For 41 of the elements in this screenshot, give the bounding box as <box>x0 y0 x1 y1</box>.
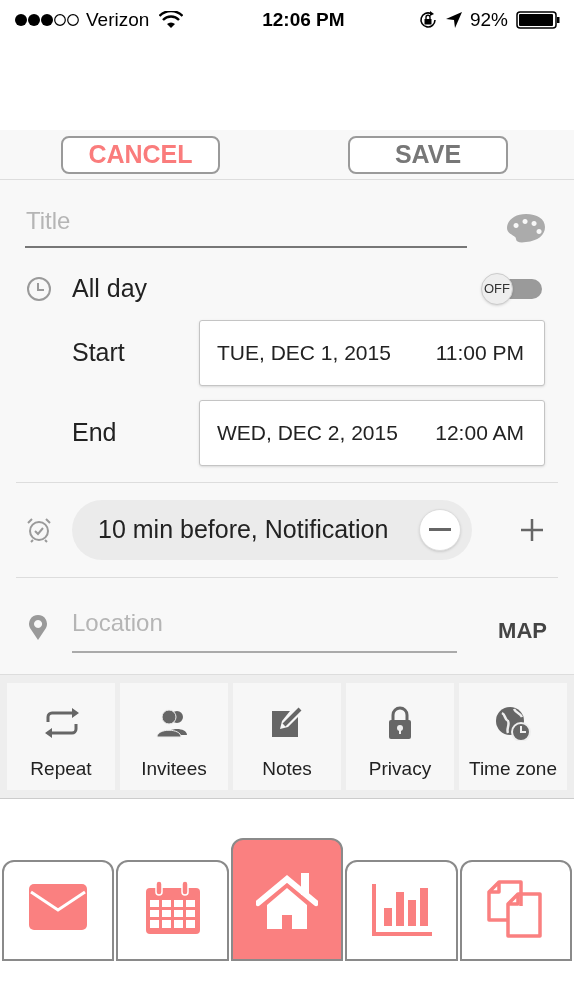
tab-button[interactable] <box>459 860 573 961</box>
clock-time: 12:06 PM <box>261 7 346 32</box>
location-arrow-icon <box>445 12 462 28</box>
date-text: WED, DEC 2, 2015 <box>217 420 398 447</box>
carrier-name: Verizon <box>86 7 150 32</box>
alarm-clock-icon <box>26 517 52 543</box>
palette-icon <box>506 213 546 243</box>
end-label: End <box>72 417 118 449</box>
save-button[interactable]: SAVE <box>348 135 508 174</box>
globe-clock-icon <box>494 705 532 741</box>
time-text: 12:00 AM <box>435 420 524 447</box>
option-button[interactable]: Repeat <box>7 683 115 790</box>
tab-button[interactable] <box>2 860 115 961</box>
start-label: Start <box>72 337 126 369</box>
wifi-icon <box>159 11 184 29</box>
add-button[interactable] <box>518 516 546 544</box>
reminder-text: 10 min before, Notification <box>98 514 389 546</box>
rotation-lock-icon <box>417 10 438 30</box>
end-date-time-field[interactable]: WED, DEC 2, 2015 12:00 AM <box>199 400 545 466</box>
location-pin-icon <box>28 614 48 640</box>
clock-icon <box>26 275 52 302</box>
remove-button[interactable] <box>419 509 461 551</box>
option-button[interactable]: Invitees <box>120 683 228 790</box>
title-field[interactable]: Title <box>25 195 467 248</box>
location-field[interactable]: Location <box>72 602 457 653</box>
map-button[interactable]: MAP <box>498 614 547 647</box>
plus-icon <box>520 518 544 542</box>
date-text: TUE, DEC 1, 2015 <box>217 340 391 367</box>
signal-icon <box>14 13 80 27</box>
battery-icon <box>516 11 560 29</box>
tab-button[interactable] <box>230 838 344 961</box>
option-button[interactable]: Privacy <box>346 683 454 790</box>
battery-percent: 92% <box>469 7 508 32</box>
start-date-time-field[interactable]: TUE, DEC 1, 2015 11:00 PM <box>199 320 545 386</box>
tab-button[interactable] <box>345 860 458 961</box>
option-button[interactable]: Notes <box>233 683 341 790</box>
minus-icon <box>429 528 451 532</box>
option-button[interactable]: Time zone <box>459 683 567 790</box>
all-day-label: All day <box>72 272 148 304</box>
time-text: 11:00 PM <box>435 340 524 367</box>
tab-button[interactable] <box>116 860 229 961</box>
